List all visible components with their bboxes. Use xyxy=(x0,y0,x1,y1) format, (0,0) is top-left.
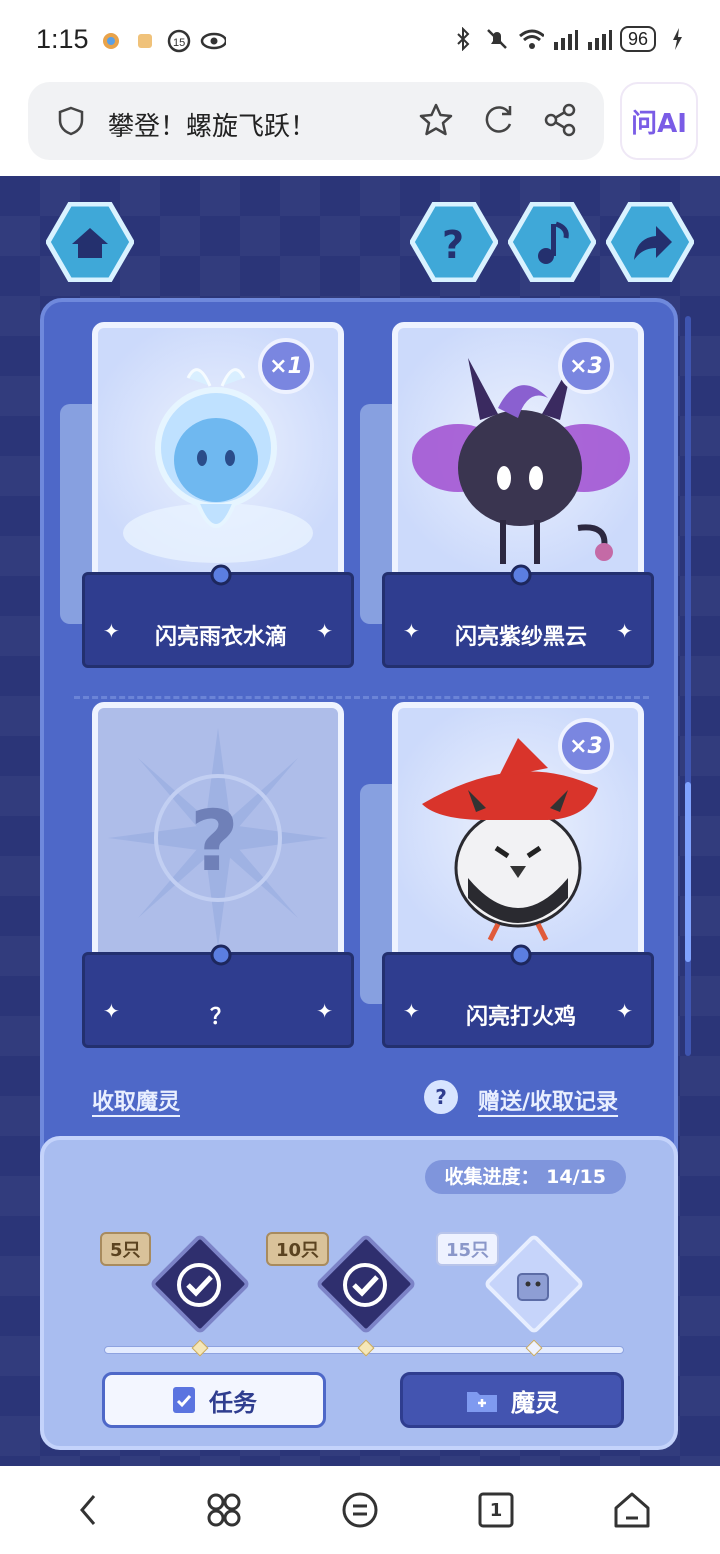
shield-icon[interactable] xyxy=(58,106,84,140)
signal-icon-2 xyxy=(586,26,612,52)
menu-icon xyxy=(342,1492,378,1528)
tabs-count: 1 xyxy=(489,1499,503,1521)
milestone-tag: 5只 xyxy=(100,1232,151,1266)
collection-progress-panel: 收集进度： 14/15 5只 10只 15只 任务 魔灵 xyxy=(40,1136,678,1450)
card-art: ×3 xyxy=(392,702,644,978)
spirit-card-locked[interactable]: ? ✦ ？ ✦ xyxy=(82,702,354,1052)
browser-navbar: 1 xyxy=(0,1466,720,1554)
ask-ai-button[interactable]: 问AI xyxy=(620,82,698,160)
locked-star-icon: ? xyxy=(108,728,328,948)
bluetooth-icon xyxy=(450,26,476,52)
star-icon[interactable] xyxy=(418,102,454,142)
home-nav-button[interactable] xyxy=(602,1480,662,1540)
mute-icon xyxy=(484,26,510,52)
page-title: 攀登！螺旋飞跃！ xyxy=(108,112,317,142)
card-footer: ✦ 闪亮紫纱黑云 ✦ xyxy=(382,564,654,668)
gift-history-link[interactable]: 赠送/收取记录 xyxy=(478,1084,618,1116)
svg-text:15: 15 xyxy=(173,37,185,49)
spirit-tab-label: 魔灵 xyxy=(511,1388,559,1417)
music-button[interactable] xyxy=(507,201,597,283)
share-icon[interactable] xyxy=(542,102,578,142)
check-icon xyxy=(343,1263,387,1307)
task-tab-label: 任务 xyxy=(209,1388,257,1417)
back-icon xyxy=(80,1495,96,1525)
progress-label: 收集进度： xyxy=(444,1166,540,1188)
milestone-tag: 15只 xyxy=(436,1232,500,1266)
home-icon xyxy=(614,1492,650,1528)
spirit-card[interactable]: ×3 ✦ 闪亮打火鸡 ✦ xyxy=(360,702,654,1052)
treasure-box-icon xyxy=(517,1273,549,1301)
tabs-button[interactable]: 1 xyxy=(466,1480,526,1540)
card-footer: ✦ 闪亮打火鸡 ✦ xyxy=(382,944,654,1048)
spirit-card[interactable]: ×3 ✦ 闪亮紫纱黑云 ✦ xyxy=(360,322,654,672)
progress-value: 14/15 xyxy=(546,1166,606,1188)
milestone-tag: 10只 xyxy=(266,1232,330,1266)
browser-toolbar: 攀登！螺旋飞跃！ 问AI xyxy=(0,78,720,176)
sparkle-icon: ✦ xyxy=(616,619,633,643)
scrollbar-thumb[interactable] xyxy=(685,782,691,962)
help-button[interactable]: ? xyxy=(409,201,499,283)
card-art: ×3 xyxy=(392,322,644,598)
share-button[interactable] xyxy=(605,201,695,283)
card-count-badge: ×3 xyxy=(558,718,614,774)
progress-pill: 收集进度： 14/15 xyxy=(424,1160,626,1194)
menu-button[interactable] xyxy=(330,1480,390,1540)
card-footer: ✦ 闪亮雨衣水滴 ✦ xyxy=(82,564,354,668)
spirit-card[interactable]: ×1 ✦ 闪亮雨衣水滴 ✦ xyxy=(60,322,354,672)
task-doc-icon xyxy=(173,1387,195,1413)
apps-button[interactable] xyxy=(194,1480,254,1540)
home-button[interactable] xyxy=(45,201,135,283)
eye-icon xyxy=(200,28,226,54)
card-art: ×1 xyxy=(92,322,344,598)
check-icon xyxy=(177,1263,221,1307)
apps-icon xyxy=(207,1493,241,1527)
battery-indicator: 96 xyxy=(619,26,656,52)
task-tab-button[interactable]: 任务 xyxy=(102,1372,326,1428)
card-art: ? xyxy=(92,702,344,978)
milestone-reward[interactable] xyxy=(148,1233,251,1335)
card-count-badge: ×3 xyxy=(558,338,614,394)
sparkle-icon: ✦ xyxy=(616,999,633,1023)
help-icon: ? xyxy=(442,223,464,267)
signal-icon xyxy=(552,26,578,52)
back-button[interactable] xyxy=(58,1480,118,1540)
status-time: 1:15 xyxy=(36,24,89,54)
collect-spirit-link[interactable]: 收取魔灵 xyxy=(92,1084,180,1116)
sparkle-icon: ✦ xyxy=(316,999,333,1023)
help-icon[interactable]: ? xyxy=(424,1080,458,1114)
update-icon: 15 xyxy=(166,28,192,54)
status-bar: 1:15 15 96 xyxy=(0,0,720,78)
spirit-tab-button[interactable]: 魔灵 xyxy=(400,1372,624,1428)
refresh-icon[interactable] xyxy=(480,102,516,142)
card-footer: ✦ ？ ✦ xyxy=(82,944,354,1048)
app-notification-icon-2 xyxy=(132,28,158,54)
folder-icon xyxy=(467,1392,497,1412)
wifi-icon xyxy=(518,26,544,52)
address-bar[interactable]: 攀登！螺旋飞跃！ xyxy=(28,82,604,160)
game-area: ? ×1 ✦ 闪亮雨衣水滴 ✦ ×3 ✦ 闪亮紫纱黑云 ✦ ? ✦ ？ ✦ ×3… xyxy=(0,176,720,1466)
app-notification-icon xyxy=(98,28,124,54)
svg-text:?: ? xyxy=(190,792,239,890)
charging-icon xyxy=(664,26,690,52)
divider xyxy=(74,696,649,699)
card-count-badge: ×1 xyxy=(258,338,314,394)
sparkle-icon: ✦ xyxy=(316,619,333,643)
